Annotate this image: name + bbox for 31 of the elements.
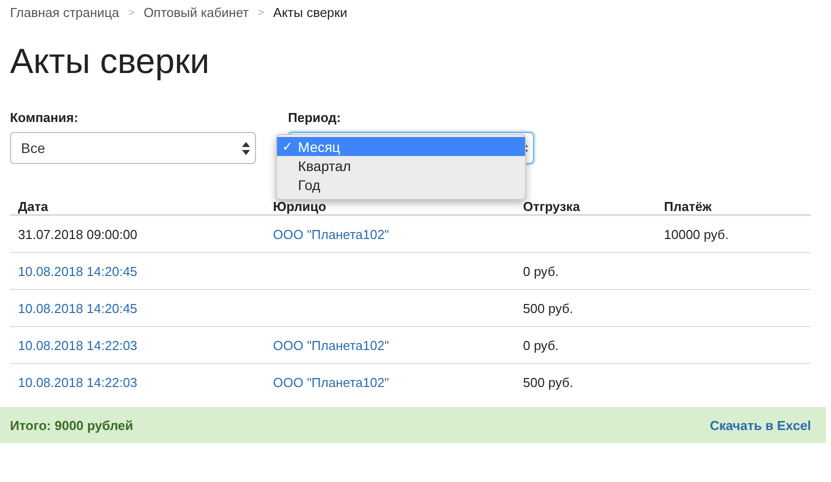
dropdown-option[interactable]: ✓ Месяц [277, 137, 525, 156]
table-link[interactable]: 10.08.2018 14:22:03 [18, 374, 138, 390]
breadcrumb-link[interactable]: Главная страница [10, 5, 120, 20]
table-link[interactable]: ООО "Планета102" [273, 374, 390, 390]
column-header: Платёж [664, 199, 712, 214]
table-link[interactable]: 10.08.2018 14:20:45 [18, 264, 138, 278]
filter-label: Период: [288, 110, 342, 125]
table-link[interactable]: 10.08.2018 14:22:03 [18, 338, 138, 352]
table-cell: 10000 руб. [664, 226, 729, 242]
breadcrumb-current: Акты сверки [273, 5, 348, 20]
dropdown-option[interactable]: Квартал [277, 156, 525, 175]
dropdown-option[interactable]: Год [277, 175, 525, 194]
download-link[interactable]: Скачать в Excel [710, 418, 811, 432]
table-link[interactable]: ООО "Планета102" [273, 338, 390, 352]
breadcrumb-link[interactable]: Оптовый кабинет [144, 5, 249, 20]
table-cell: 500 руб. [523, 300, 574, 316]
column-header: Отгрузка [523, 199, 580, 214]
column-header: Юрлицо [273, 199, 326, 214]
table-cell: 500 руб. [523, 374, 574, 390]
breadcrumb-separator: > [128, 6, 135, 18]
table-cell: 31.07.2018 09:00:00 [18, 226, 138, 242]
select-field[interactable]: Все [10, 132, 256, 164]
page-title: Акты сверки [10, 42, 210, 82]
table-cell: 0 руб. [523, 264, 559, 278]
table-link[interactable]: 10.08.2018 14:20:45 [18, 300, 138, 316]
filter-label: Компания: [10, 110, 80, 125]
table-cell: 0 руб. [523, 338, 559, 352]
table-link[interactable]: ООО "Планета102" [273, 226, 390, 242]
total-text: Итого: 9000 рублей [10, 418, 134, 432]
column-header: Дата [18, 199, 48, 214]
breadcrumb-separator: > [258, 6, 264, 18]
